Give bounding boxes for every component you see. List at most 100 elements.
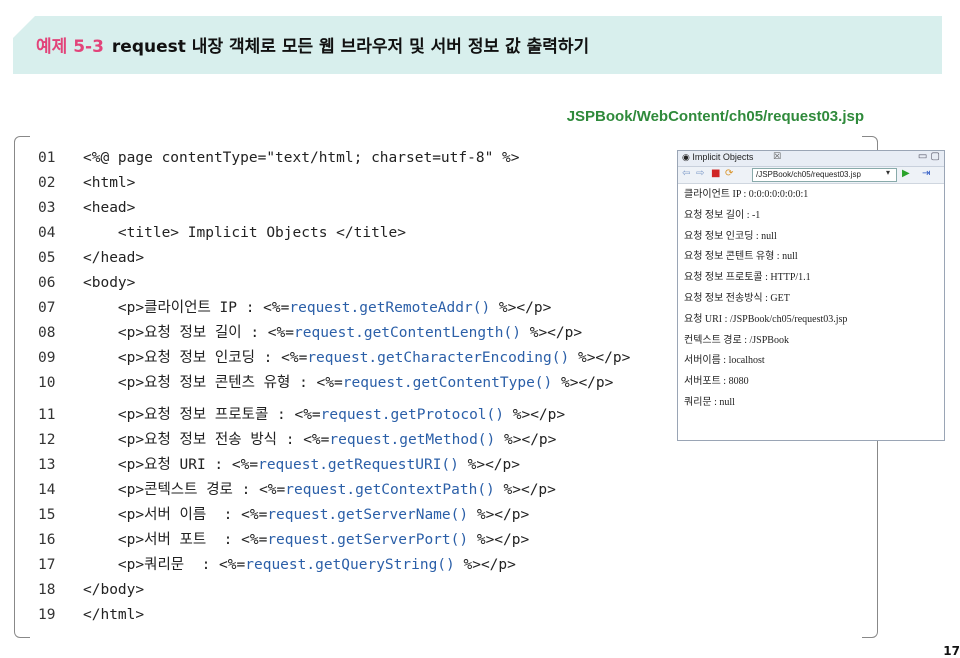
- jsp-expression: request.getContentType(): [342, 375, 553, 391]
- output-line: 요청 URI : /JSPBook/ch05/request03.jsp: [684, 313, 848, 325]
- code-text: <p>클라이언트 IP : <%=: [83, 300, 290, 316]
- line-number: 19: [38, 607, 56, 623]
- line-number: 16: [38, 532, 56, 548]
- output-line: 요청 정보 길이 : -1: [684, 209, 761, 221]
- code-text: <p>요청 정보 길이 : <%=: [83, 325, 294, 341]
- code-text: <head>: [83, 200, 136, 216]
- browser-tab[interactable]: ◉ Implicit Objects ☒ ▭ ▢: [678, 151, 944, 167]
- stop-icon[interactable]: ■: [711, 168, 720, 179]
- code-line: 04 <title> Implicit Objects </title>: [38, 223, 406, 243]
- code-text: </body>: [83, 582, 145, 598]
- code-text: %></p>: [490, 300, 552, 316]
- code-text: %></p>: [458, 457, 520, 473]
- output-line: 요청 정보 프로토콜 : HTTP/1.1: [684, 272, 811, 284]
- line-number: 12: [38, 432, 56, 448]
- output-line: 클라이언트 IP : 0:0:0:0:0:0:0:1: [684, 189, 809, 200]
- code-text: <p>콘텍스트 경로 : <%=: [83, 482, 286, 498]
- code-line: 13 <p>요청 URI : <%=request.getRequestURI(…: [38, 455, 520, 475]
- code-text: %></p>: [569, 350, 631, 366]
- jsp-expression: request.getContentLength(): [294, 325, 521, 341]
- output-line: 요청 정보 전송방식 : GET: [684, 293, 790, 304]
- code-line: 19 </html>: [38, 605, 144, 625]
- go-icon[interactable]: ▶: [902, 168, 910, 179]
- file-path-label: JSPBook/WebContent/ch05/request03.jsp: [566, 108, 864, 125]
- code-text: <body>: [83, 275, 136, 291]
- refresh-icon[interactable]: ⟳: [725, 168, 733, 179]
- jsp-expression: request.getProtocol(): [320, 407, 504, 423]
- line-number: 04: [38, 225, 56, 241]
- browser-toolbar: ⇦ ⇨ ■ ⟳ /JSPBook/ch05/request03.jsp ▾ ▶ …: [678, 167, 944, 184]
- jsp-expression: request.getRequestURI(): [258, 457, 459, 473]
- output-line: 서버포트 : 8080: [684, 376, 749, 388]
- code-text: %></p>: [468, 532, 530, 548]
- line-number: 01: [38, 150, 56, 166]
- output-line: 요청 정보 인코딩 : null: [684, 230, 777, 242]
- line-number: 08: [38, 325, 56, 341]
- code-text: %></p>: [454, 557, 516, 573]
- code-line: 16 <p>서버 포트 : <%=request.getServerPort()…: [38, 530, 529, 550]
- line-number: 02: [38, 175, 56, 191]
- code-text: <p>요청 정보 인코딩 : <%=: [83, 350, 308, 366]
- code-line: 14 <p>콘텍스트 경로 : <%=request.getContextPat…: [38, 480, 556, 500]
- code-line: 10 <p>요청 정보 콘텐츠 유형 : <%=request.getConte…: [38, 373, 613, 393]
- code-line: 05 </head>: [38, 248, 144, 268]
- output-line: 서버이름 : localhost: [684, 355, 765, 367]
- browser-window: ◉ Implicit Objects ☒ ▭ ▢ ⇦ ⇨ ■ ⟳ /JSPBoo…: [677, 150, 945, 441]
- header-corner-cut: [13, 16, 35, 38]
- code-line: 15 <p>서버 이름 : <%=request.getServerName()…: [38, 505, 529, 525]
- jsp-expression: request.getContextPath(): [285, 482, 495, 498]
- chevron-down-icon[interactable]: ▾: [886, 168, 890, 177]
- url-field[interactable]: /JSPBook/ch05/request03.jsp: [752, 168, 897, 182]
- code-text: <p>요청 정보 콘텐츠 유형 : <%=: [83, 375, 343, 391]
- code-text: %></p>: [552, 375, 614, 391]
- page-number: 17: [943, 644, 960, 658]
- line-number: 07: [38, 300, 56, 316]
- open-external-icon[interactable]: ⇥: [922, 168, 930, 179]
- code-line: 08 <p>요청 정보 길이 : <%=request.getContentLe…: [38, 323, 582, 343]
- code-line: 03 <head>: [38, 198, 135, 218]
- example-number: 예제 5-3: [36, 37, 104, 57]
- line-number: 13: [38, 457, 56, 473]
- code-text: <title> Implicit Objects </title>: [83, 225, 407, 241]
- code-line: 07 <p>클라이언트 IP : <%=request.getRemoteAdd…: [38, 298, 551, 318]
- line-number: 17: [38, 557, 56, 573]
- jsp-expression: request.getServerPort(): [267, 532, 469, 548]
- browser-tab-label: ◉ Implicit Objects: [682, 152, 754, 162]
- code-text: <p>쿼리문 : <%=: [83, 557, 246, 573]
- code-text: %></p>: [495, 432, 557, 448]
- jsp-expression: request.getCharacterEncoding(): [307, 350, 570, 366]
- output-line: 컨텍스트 경로 : /JSPBook: [684, 334, 789, 346]
- line-number: 09: [38, 350, 56, 366]
- code-line: 12 <p>요청 정보 전송 방식 : <%=request.getMethod…: [38, 430, 556, 450]
- code-text: <p>요청 정보 전송 방식 : <%=: [83, 432, 330, 448]
- line-number: 15: [38, 507, 56, 523]
- example-title: 예제 5-3 request 내장 객체로 모든 웹 브라우저 및 서버 정보 값…: [36, 32, 589, 57]
- line-number: 03: [38, 200, 56, 216]
- window-controls[interactable]: ▭ ▢: [918, 151, 940, 162]
- line-number: 18: [38, 582, 56, 598]
- jsp-expression: request.getServerName(): [267, 507, 469, 523]
- code-text: <html>: [83, 175, 136, 191]
- line-number: 05: [38, 250, 56, 266]
- code-line: 18 </body>: [38, 580, 144, 600]
- close-icon[interactable]: ☒: [773, 152, 781, 162]
- back-arrow-icon[interactable]: ⇦: [682, 168, 690, 179]
- code-line: 09 <p>요청 정보 인코딩 : <%=request.getCharacte…: [38, 348, 630, 368]
- code-text: <p>서버 포트 : <%=: [83, 532, 268, 548]
- code-text: %></p>: [504, 407, 566, 423]
- code-line: 06 <body>: [38, 273, 135, 293]
- example-title-text: request 내장 객체로 모든 웹 브라우저 및 서버 정보 값 출력하기: [111, 37, 590, 57]
- forward-arrow-icon[interactable]: ⇨: [696, 168, 704, 179]
- line-number: 06: [38, 275, 56, 291]
- code-line: 11 <p>요청 정보 프로토콜 : <%=request.getProtoco…: [38, 405, 565, 425]
- output-line: 요청 정보 콘텐트 유형 : null: [684, 251, 798, 263]
- code-text: <p>서버 이름 : <%=: [83, 507, 268, 523]
- code-text: </html>: [83, 607, 145, 623]
- code-text: </head>: [83, 250, 145, 266]
- code-text: %></p>: [468, 507, 530, 523]
- jsp-expression: request.getMethod(): [329, 432, 496, 448]
- line-number: 11: [38, 407, 56, 423]
- output-line: 쿼리문 : null: [684, 397, 735, 408]
- code-line: 17 <p>쿼리문 : <%=request.getQueryString() …: [38, 555, 516, 575]
- line-number: 10: [38, 375, 56, 391]
